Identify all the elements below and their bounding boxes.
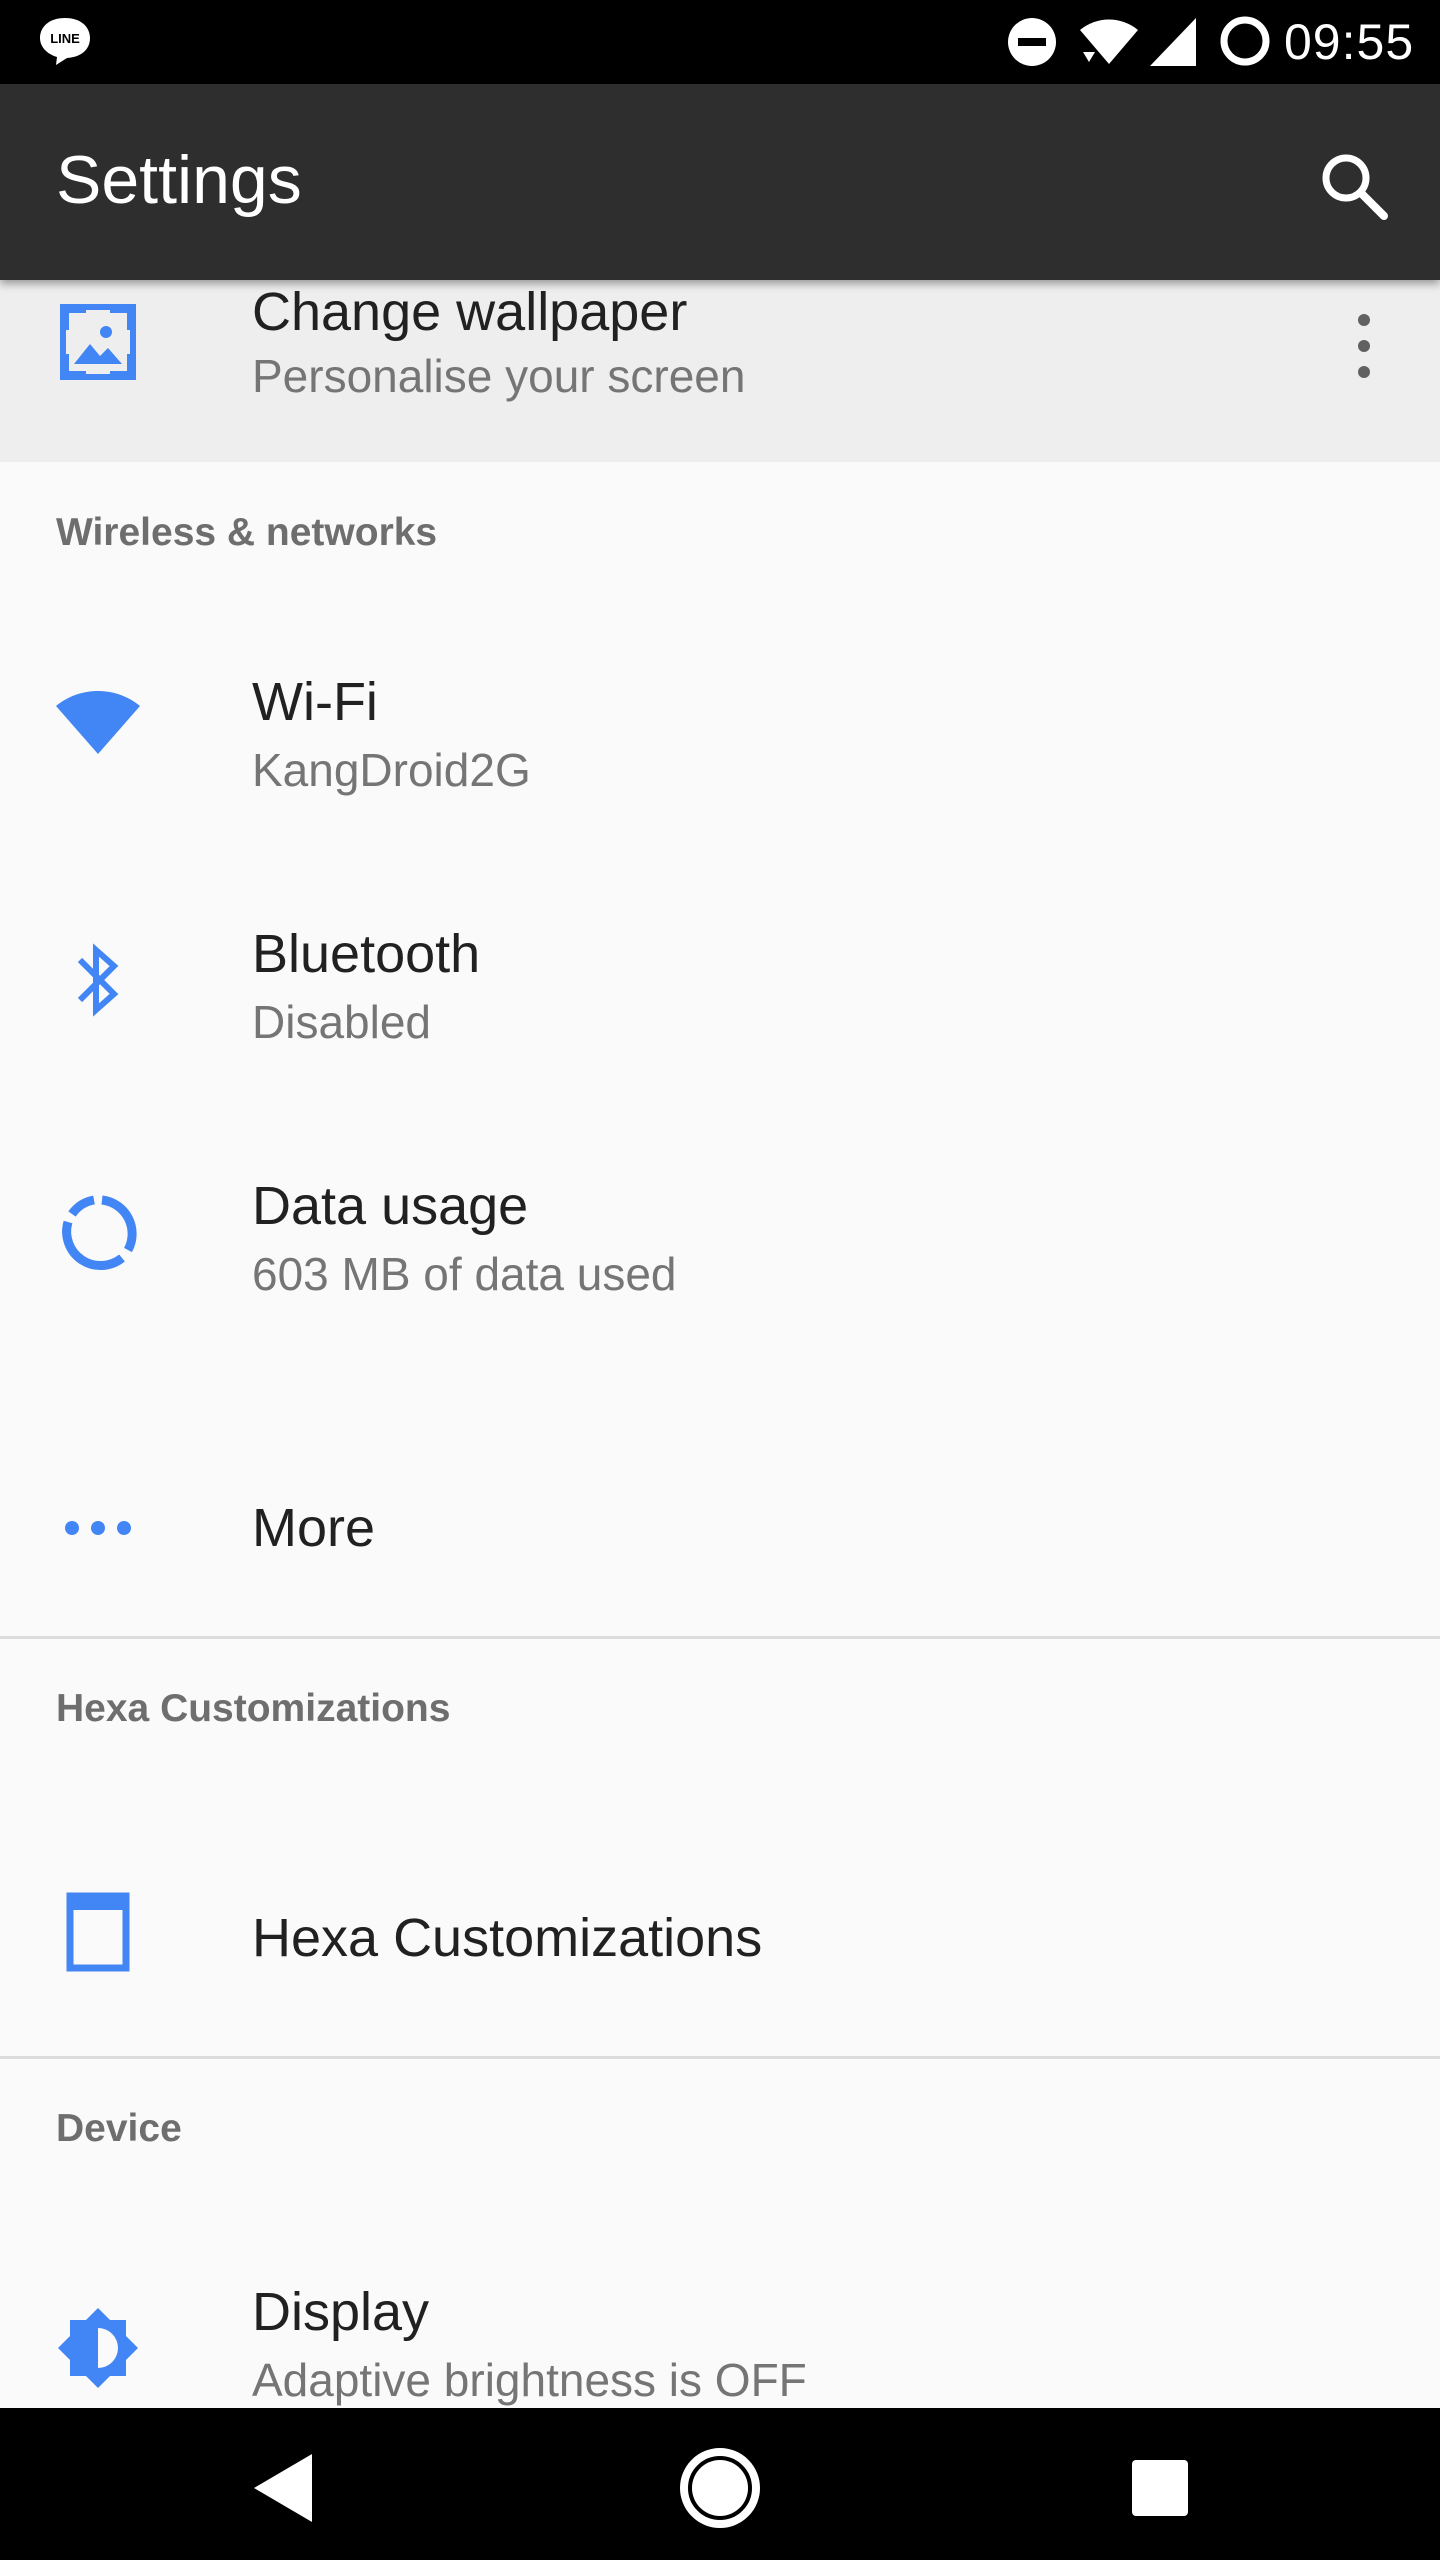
signal-icon <box>1150 18 1196 66</box>
suggestion-summary: Personalise your screen <box>252 350 746 402</box>
section-header-device: Device <box>56 2107 182 2150</box>
setting-item-wifi[interactable]: Wi-Fi KangDroid2G <box>0 660 1440 910</box>
more-horiz-icon <box>65 1521 131 1535</box>
do-not-disturb-icon <box>1008 18 1056 66</box>
setting-title: Display <box>252 2282 430 2342</box>
data-usage-icon <box>62 1195 137 1271</box>
setting-summary: 603 MB of data used <box>252 1248 677 1300</box>
settings-screen: LINE 09:55 Settings Change wallpaper Per… <box>0 0 1440 2560</box>
brightness-icon <box>58 2308 138 2388</box>
bluetooth-icon <box>77 943 119 1017</box>
section-divider <box>0 2056 1440 2059</box>
svg-text:LINE: LINE <box>50 31 80 46</box>
line-app-icon: LINE <box>40 18 90 65</box>
suggestion-title: Change wallpaper <box>252 282 688 342</box>
home-icon[interactable] <box>670 2438 770 2538</box>
section-header-wireless: Wireless & networks <box>56 511 438 554</box>
setting-item-display[interactable]: Display Adaptive brightness is OFF <box>0 2270 1440 2408</box>
setting-item-bluetooth[interactable]: Bluetooth Disabled <box>0 912 1440 1162</box>
hexa-window-icon <box>66 1892 130 1972</box>
section-divider <box>0 1636 1440 1639</box>
setting-item-data-usage[interactable]: Data usage 603 MB of data used <box>0 1164 1440 1414</box>
setting-item-hexa-customizations[interactable]: Hexa Customizations <box>0 1840 1440 2054</box>
setting-title: Hexa Customizations <box>252 1908 763 1968</box>
setting-summary: Disabled <box>252 996 431 1048</box>
suggestion-change-wallpaper[interactable]: Change wallpaper Personalise your screen <box>0 280 1440 462</box>
recents-icon[interactable] <box>1110 2438 1210 2538</box>
setting-summary: KangDroid2G <box>252 744 531 796</box>
settings-list: Change wallpaper Personalise your screen… <box>0 280 1440 2408</box>
more-vert-icon[interactable] <box>1336 310 1392 382</box>
setting-title: Bluetooth <box>252 924 481 984</box>
back-icon[interactable] <box>232 2438 332 2538</box>
section-header-hexa: Hexa Customizations <box>56 1687 451 1730</box>
wallpaper-icon <box>60 304 136 380</box>
setting-title: Wi-Fi <box>252 672 378 732</box>
setting-title: Data usage <box>252 1176 529 1236</box>
wifi-icon <box>1080 19 1138 64</box>
setting-item-more[interactable]: More <box>0 1416 1440 1636</box>
clock: 09:55 <box>1284 14 1415 70</box>
page-title: Settings <box>56 142 302 218</box>
wifi-icon <box>56 691 140 754</box>
status-bar: LINE 09:55 <box>0 0 1440 84</box>
app-bar: Settings <box>0 84 1440 280</box>
setting-summary: Adaptive brightness is OFF <box>252 2354 807 2406</box>
setting-title: More <box>252 1498 376 1558</box>
navigation-bar <box>0 2408 1440 2560</box>
battery-icon <box>1220 16 1270 66</box>
search-icon[interactable] <box>1312 144 1396 228</box>
